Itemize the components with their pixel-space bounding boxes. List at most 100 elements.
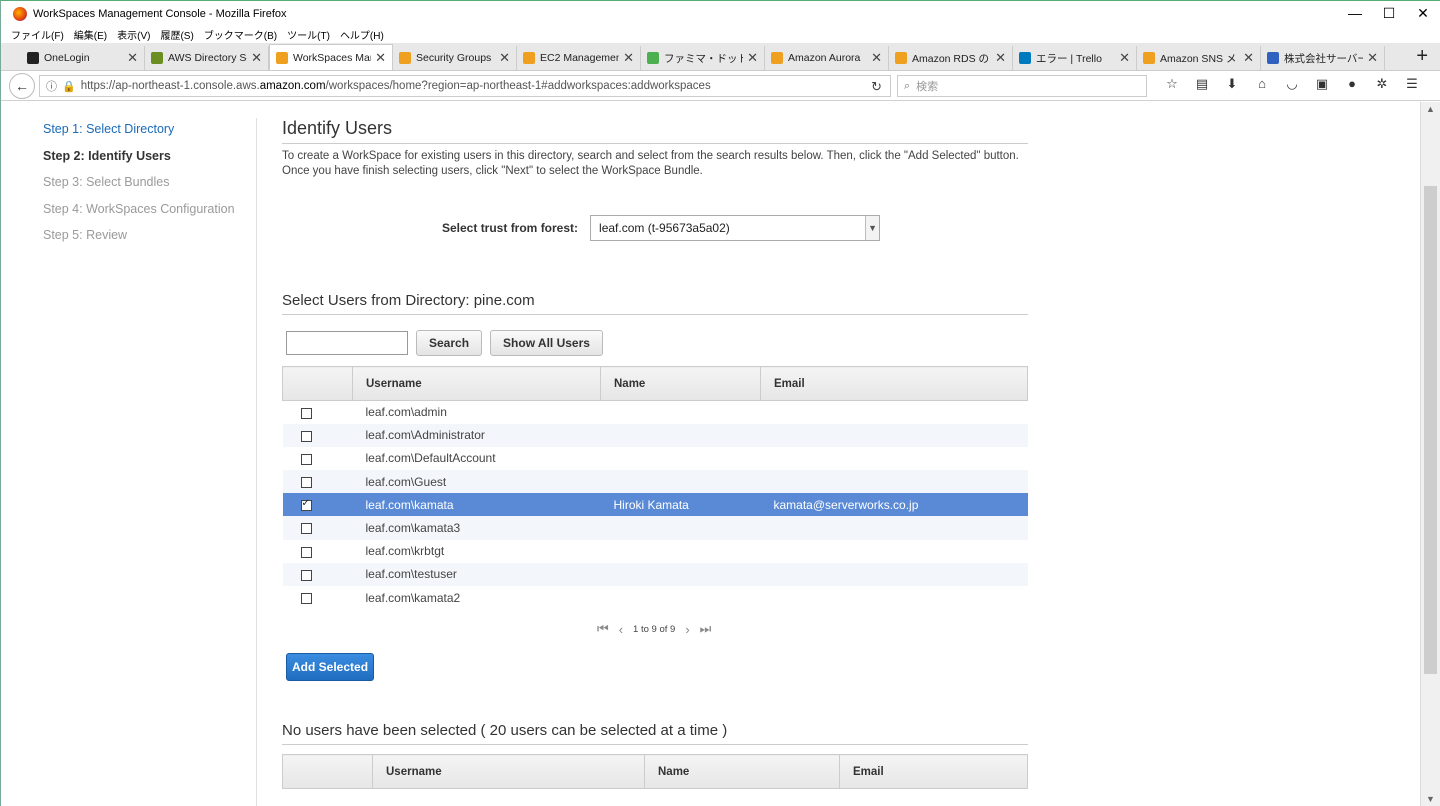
close-tab-icon[interactable]: ✕ (747, 50, 758, 66)
browser-tab[interactable]: Amazon SNS メ ✕ (1137, 46, 1261, 70)
pocket-icon[interactable]: ◡ (1277, 76, 1307, 92)
close-tab-icon[interactable]: ✕ (127, 50, 138, 66)
scrollbar-thumb[interactable] (1424, 186, 1437, 674)
selected-column-header-email[interactable]: Email (839, 754, 1028, 789)
reading-list-icon[interactable]: ▤ (1187, 76, 1217, 92)
show-all-users-button[interactable]: Show All Users (490, 330, 603, 356)
close-tab-icon[interactable]: ✕ (871, 50, 882, 66)
extension-puzzle-icon[interactable]: ✲ (1367, 76, 1397, 92)
browser-tab[interactable]: Security Groups | ✕ (393, 46, 517, 70)
bookmark-star-icon[interactable]: ☆ (1157, 76, 1187, 92)
search-button[interactable]: Search (416, 330, 483, 356)
selected-column-header-username[interactable]: Username (372, 754, 645, 789)
row-checkbox[interactable] (300, 569, 312, 581)
forest-select[interactable]: leaf.com (t-95673a5a02) ▼ (590, 215, 881, 241)
add-selected-button[interactable]: Add Selected (286, 653, 375, 681)
menu-history[interactable]: 履歴(S) (160, 27, 193, 42)
email-cell (761, 401, 1028, 424)
close-tab-icon[interactable]: ✕ (995, 50, 1006, 66)
download-icon[interactable]: ⬇ (1217, 76, 1247, 92)
row-checkbox[interactable] (300, 592, 312, 604)
table-row[interactable]: leaf.com\kamata2 (283, 586, 1028, 609)
extension-icon[interactable]: ▣ (1307, 76, 1337, 92)
page-scrollbar[interactable]: ▲ ▼ (1420, 102, 1440, 806)
next-page-icon[interactable]: › (685, 622, 689, 637)
column-header-username[interactable]: Username (352, 366, 601, 401)
maximize-button[interactable]: ☐ (1372, 0, 1406, 26)
close-tab-icon[interactable]: ✕ (623, 50, 634, 66)
close-tab-icon[interactable]: ✕ (1119, 50, 1130, 66)
info-icon[interactable]: ⓘ (46, 78, 57, 94)
first-page-icon[interactable]: ⏮ (597, 621, 609, 637)
tab-label: Amazon Aurora (788, 52, 861, 64)
name-cell (601, 540, 761, 563)
table-row[interactable]: leaf.com\DefaultAccount (283, 447, 1028, 470)
menu-file[interactable]: ファイル(F) (11, 27, 64, 42)
browser-tab[interactable]: Amazon Aurora ✕ (765, 46, 889, 70)
home-icon[interactable]: ⌂ (1247, 76, 1277, 92)
firefox-icon (13, 6, 27, 21)
browser-tab[interactable]: EC2 Managemen ✕ (517, 46, 641, 70)
menu-tools[interactable]: ツール(T) (287, 27, 330, 42)
name-cell (600, 562, 761, 586)
step-identify-users: Step 2: Identify Users (43, 148, 171, 163)
minimize-button[interactable]: — (1338, 0, 1372, 26)
table-row[interactable]: leaf.com\kamataHiroki Kamatakamata@serve… (282, 493, 1028, 517)
table-row[interactable]: leaf.com\kamata3 (282, 516, 1028, 540)
directory-heading: Select Users from Directory: pine.com (282, 292, 1028, 315)
onelogin-icon[interactable]: ● (1337, 76, 1367, 92)
step-select-directory[interactable]: Step 1: Select Directory (43, 122, 235, 149)
reload-icon[interactable]: ↻ (871, 79, 882, 95)
tab-label: Amazon SNS メ (1160, 52, 1237, 65)
row-checkbox[interactable] (300, 476, 312, 488)
menu-view[interactable]: 表示(V) (117, 27, 150, 42)
row-checkbox-cell (282, 516, 353, 540)
row-checkbox[interactable] (300, 498, 312, 512)
column-header-name[interactable]: Name (600, 366, 761, 401)
hamburger-menu-icon[interactable]: ☰ (1397, 76, 1427, 92)
tab-label: EC2 Managemen (540, 52, 620, 64)
checkbox-column-header (282, 366, 353, 401)
user-search-input[interactable] (286, 331, 408, 355)
scroll-down-icon[interactable]: ▼ (1426, 794, 1435, 804)
table-row[interactable]: leaf.com\Administrator (282, 423, 1028, 447)
table-row[interactable]: leaf.com\testuser (282, 562, 1028, 586)
row-checkbox[interactable] (300, 546, 312, 558)
menu-edit[interactable]: 編集(E) (74, 27, 107, 42)
close-tab-icon[interactable]: ✕ (251, 50, 262, 66)
browser-tab[interactable]: エラー | Trello ✕ (1013, 46, 1137, 70)
table-row[interactable]: leaf.com\krbtgt (283, 540, 1028, 563)
menu-bookmarks[interactable]: ブックマーク(B) (204, 27, 277, 42)
search-row: Search Show All Users (286, 330, 611, 356)
row-checkbox[interactable] (300, 407, 312, 419)
close-window-button[interactable]: ✕ (1406, 0, 1440, 26)
row-checkbox[interactable] (300, 453, 312, 465)
row-checkbox[interactable] (300, 523, 312, 535)
browser-tab[interactable]: 株式会社サーバーワ ✕ (1261, 46, 1385, 70)
close-tab-icon[interactable]: ✕ (1367, 50, 1378, 66)
browser-tab[interactable]: Amazon RDS の ✕ (889, 46, 1013, 70)
url-bar[interactable]: ⓘ 🔒 https://ap-northeast-1.console.aws. a… (39, 75, 891, 97)
close-tab-icon[interactable]: ✕ (1243, 50, 1254, 66)
browser-tab[interactable]: AWS Directory Se ✕ (145, 46, 269, 70)
table-row[interactable]: leaf.com\Guest (282, 470, 1028, 494)
selected-column-header-name[interactable]: Name (644, 754, 840, 789)
email-cell: kamata@serverworks.co.jp (760, 493, 1028, 517)
row-checkbox[interactable] (300, 430, 312, 442)
tab-favicon-icon (1267, 52, 1279, 64)
last-page-icon[interactable]: ⏭ (700, 621, 712, 637)
close-tab-icon[interactable]: ✕ (375, 50, 386, 66)
browser-tab[interactable]: ファミマ・ドット・コムL ✕ (641, 46, 765, 70)
back-button[interactable]: ← (9, 72, 35, 99)
browser-tab[interactable]: WorkSpaces Man ✕ (269, 44, 393, 70)
close-tab-icon[interactable]: ✕ (499, 50, 510, 66)
column-header-email[interactable]: Email (760, 366, 1028, 401)
name-cell (601, 447, 761, 470)
browser-tab[interactable]: OneLogin ✕ (21, 46, 145, 70)
menu-help[interactable]: ヘルプ(H) (340, 27, 384, 42)
prev-page-icon[interactable]: ‹ (619, 622, 623, 637)
search-bar[interactable]: ⌕ 検索 (897, 75, 1147, 97)
table-row[interactable]: leaf.com\admin (283, 401, 1028, 424)
scroll-up-icon[interactable]: ▲ (1426, 104, 1435, 114)
new-tab-button[interactable]: + (1416, 45, 1428, 68)
